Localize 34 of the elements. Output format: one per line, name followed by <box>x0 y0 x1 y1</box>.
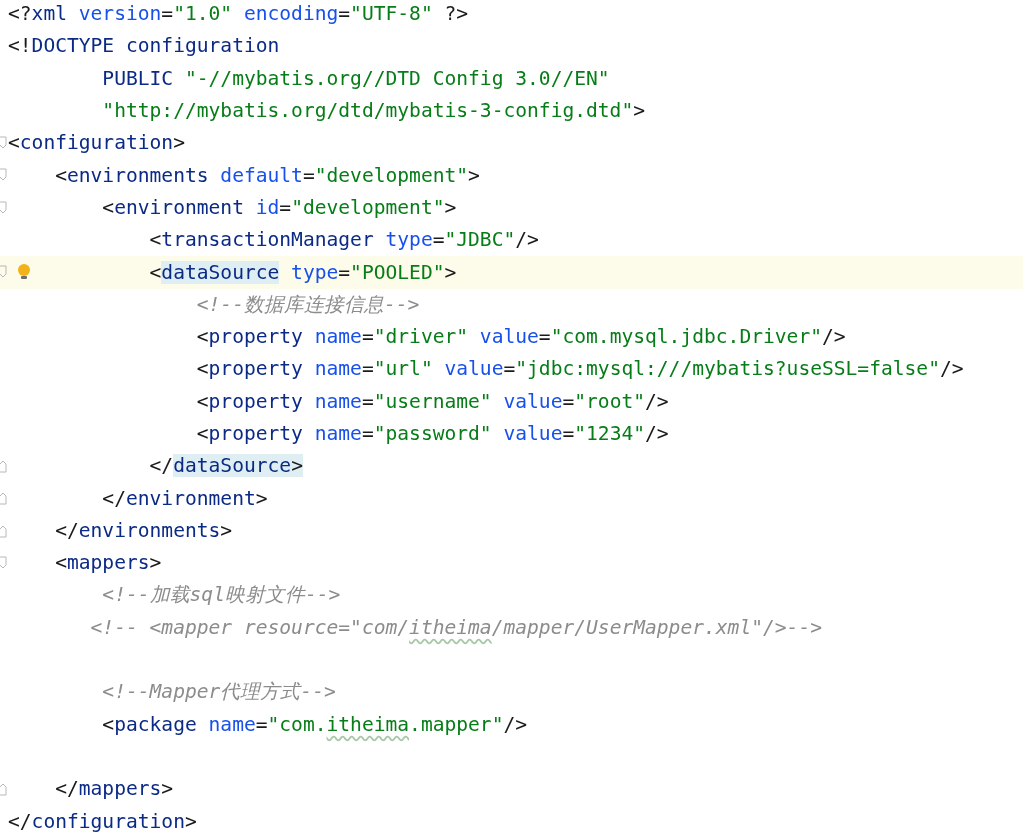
fold-icon[interactable] <box>0 265 7 280</box>
code-line: <package name="com.itheima.mapper"/> <box>101 711 528 738</box>
fold-icon[interactable] <box>0 136 7 151</box>
code-line: </mappers> <box>54 776 174 803</box>
code-line: <!--加载sql映射文件--> <box>101 582 341 609</box>
fold-icon[interactable] <box>0 523 7 538</box>
code-line: <!-- <mapper resource="com/itheima/mapper/UserMapper.xml"/>--> <box>89 614 822 641</box>
code-line: <?xml version="1.0" encoding="UTF-8" ?> <box>8 1 469 28</box>
code-line: </environments> <box>54 517 233 544</box>
code-line: <property name="username" value="root"/> <box>195 388 669 415</box>
code-line: <environments default="development"> <box>54 162 480 189</box>
fold-icon[interactable] <box>0 200 7 215</box>
fold-icon[interactable] <box>0 168 7 183</box>
code-line: <transactionManager type="JDBC"/> <box>148 227 539 254</box>
code-line: </environment> <box>101 485 268 512</box>
code-line: <configuration> <box>8 130 185 157</box>
code-line: <!--数据库连接信息--> <box>195 291 420 318</box>
code-line: <!DOCTYPE configuration <box>8 33 280 60</box>
code-line: <mappers> <box>54 550 162 577</box>
fold-icon[interactable] <box>0 459 7 474</box>
code-line: </dataSource> <box>148 453 303 480</box>
code-line: "http://mybatis.org/dtd/mybatis-3-config.dtd"> <box>101 98 645 125</box>
code-line: PUBLIC "-//mybatis.org//DTD Config 3.0//EN" <box>101 65 610 92</box>
code-line: </configuration> <box>8 808 197 835</box>
fold-icon[interactable] <box>0 491 7 506</box>
code-line: <property name="driver" value="com.mysql.jdbc.Driver"/> <box>195 324 846 351</box>
fold-icon[interactable] <box>0 782 7 797</box>
fold-icon[interactable] <box>0 556 7 571</box>
code-line: <environment id="development"> <box>101 194 457 221</box>
lightbulb-icon[interactable] <box>17 263 31 282</box>
code-line: <!--Mapper代理方式--> <box>101 679 336 706</box>
code-line: <property name="password" value="1234"/> <box>195 421 669 447</box>
code-line: <dataSource type="POOLED"> <box>148 259 457 286</box>
code-line: <property name="url" value="jdbc:mysql:///mybatis?useSSL=false"/> <box>195 356 964 383</box>
